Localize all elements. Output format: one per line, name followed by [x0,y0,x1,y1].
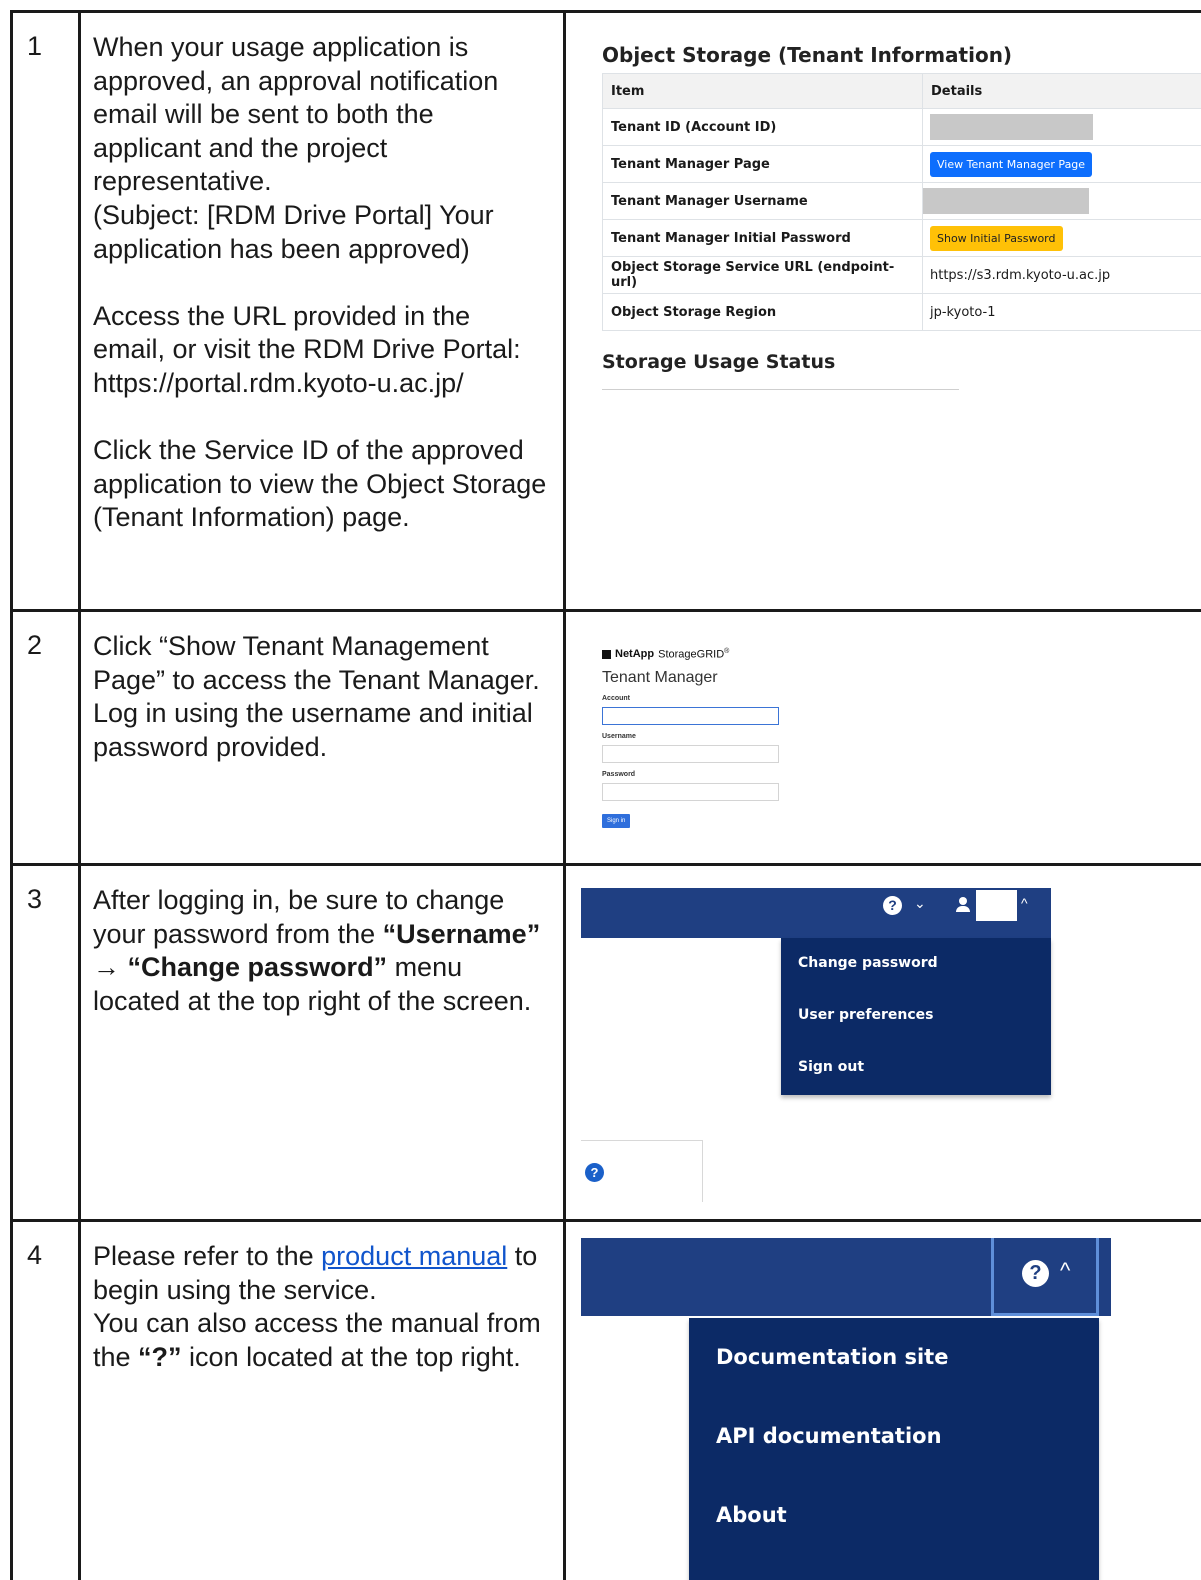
help-menu-screenshot: ? ^ Documentation site API documentation… [563,1219,1201,1580]
about-menu-item[interactable]: About [716,1503,787,1527]
step-row-2: 2 Click “Show Tenant Management Page” to… [10,609,1201,866]
endpoint-url-value: https://s3.rdm.kyoto-u.ac.jp [922,256,1201,294]
sign-in-button[interactable]: Sign in [602,813,631,828]
help-icon[interactable]: ? [883,896,902,915]
table-row: Object Storage Service URL (endpoint-url… [602,256,1201,294]
change-password-menu-item[interactable]: Change password [798,955,938,971]
tenant-id-value [922,108,1201,146]
change-password-emphasis: “Change password” [127,952,388,983]
row-key: Tenant Manager Username [602,182,923,220]
object-storage-screenshot: Object Storage (Tenant Information) Item… [563,10,1201,612]
row-key: Tenant ID (Account ID) [602,108,923,146]
redacted-value [923,188,1089,214]
user-icon[interactable] [956,897,970,914]
step-number: 2 [10,609,81,866]
user-preferences-menu-item[interactable]: User preferences [798,1007,933,1023]
tenant-manager-login-screenshot: NetApp StorageGRID® Tenant Manager Accou… [563,609,1201,866]
password-input[interactable] [602,782,779,801]
step1-para-1: When your usage application is approved,… [93,32,499,197]
step1-para-3: Access the URL provided in the email, or… [93,300,521,365]
login-panel: NetApp StorageGRID® Tenant Manager Accou… [602,648,779,828]
table-row: Tenant Manager Initial Password Show Ini… [602,219,1201,257]
brand-name: NetApp [615,648,655,661]
step-number: 3 [10,863,81,1222]
step-description: Please refer to the product manual to be… [78,1219,566,1580]
row-key: Tenant Manager Initial Password [602,219,923,257]
divider [602,389,959,390]
step1-para-2: (Subject: [RDM Drive Portal] Your applic… [93,199,494,264]
col-details: Details [922,73,1201,109]
row-key: Object Storage Region [602,293,923,331]
step-row-1: 1 When your usage application is approve… [10,10,1201,612]
row-key: Tenant Manager Page [602,145,923,183]
table-row: Tenant Manager Username [602,182,1201,220]
step-number: 1 [10,10,81,612]
tenant-manager-title: Tenant Manager [602,668,718,686]
step4-para-1: Please refer to the product manual to be… [93,1241,538,1305]
table-row: Tenant Manager Page View Tenant Manager … [602,145,1201,183]
username-redacted[interactable] [976,890,1017,921]
table-row: Tenant ID (Account ID) [602,108,1201,146]
step-description: After logging in, be sure to change your… [78,863,566,1222]
user-menu-screenshot: ? ⌄ ^ Change password User preferences S… [563,863,1201,1222]
password-label: Password [602,770,636,778]
portal-url: https://portal.rdm.kyoto-u.ac.jp/ [93,367,464,398]
netapp-logo: NetApp StorageGRID® [602,648,779,661]
object-storage-panel: Object Storage (Tenant Information) Item… [602,43,1201,390]
top-nav-bar: ? ^ [581,1238,1111,1316]
row-key: Object Storage Service URL (endpoint-url… [602,256,923,294]
step-number: 4 [10,1219,81,1580]
redacted-value [930,114,1093,140]
step2-para-2: Log in using the username and initial pa… [93,698,533,762]
product-manual-link[interactable]: product manual [321,1241,507,1271]
username-input[interactable] [602,744,779,763]
region-value: jp-kyoto-1 [922,293,1201,331]
arrow: → [93,952,128,983]
chevron-up-icon[interactable]: ^ [1060,1258,1070,1284]
help-icon[interactable]: ? [585,1163,604,1182]
account-label: Account [602,694,630,702]
top-nav-bar: ? ⌄ ^ [581,888,1051,938]
username-value [922,182,1201,220]
netapp-mark-icon [602,649,611,659]
username-label: Username [602,732,636,740]
api-documentation-menu-item[interactable]: API documentation [716,1424,942,1448]
product-name: StorageGRID® [658,648,730,661]
table-row: Object Storage Region jp-kyoto-1 [602,293,1201,331]
username-emphasis: “Username” [382,918,541,949]
storage-usage-title: Storage Usage Status [602,351,836,373]
show-initial-password-button[interactable]: Show Initial Password [930,225,1063,251]
col-item: Item [602,73,923,109]
step-row-3: 3 After logging in, be sure to change yo… [10,863,1201,1222]
tenant-info-table: Item Details Tenant ID (Account ID) Tena… [602,73,1201,331]
object-storage-title: Object Storage (Tenant Information) [602,43,1013,67]
question-mark-emphasis: “?” [138,1341,182,1372]
sign-out-menu-item[interactable]: Sign out [798,1059,864,1075]
documentation-site-menu-item[interactable]: Documentation site [716,1345,948,1369]
step-description: Click “Show Tenant Management Page” to a… [78,609,566,866]
help-dropdown-menu: Documentation site API documentation Abo… [689,1318,1099,1580]
step-row-4: 4 Please refer to the product manual to … [10,1219,1201,1580]
step1-para-5: Click the Service ID of the approved app… [93,435,547,533]
page-fragment: ? [581,1140,703,1202]
help-icon[interactable]: ? [1022,1260,1049,1287]
step4-para-2: You can also access the manual from the … [93,1308,541,1372]
help-menu-toggle[interactable]: ? ^ [991,1238,1099,1316]
account-input[interactable] [602,706,779,725]
user-dropdown-menu: Change password User preferences Sign ou… [781,938,1051,1095]
steps-table: 1 When your usage application is approve… [10,10,1201,1580]
chevron-down-icon[interactable]: ⌄ [914,895,926,912]
step2-para-1: Click “Show Tenant Management Page” to a… [93,631,540,695]
step-description: When your usage application is approved,… [78,10,566,612]
view-tenant-manager-button[interactable]: View Tenant Manager Page [930,151,1093,177]
chevron-up-icon[interactable]: ^ [1021,895,1028,911]
